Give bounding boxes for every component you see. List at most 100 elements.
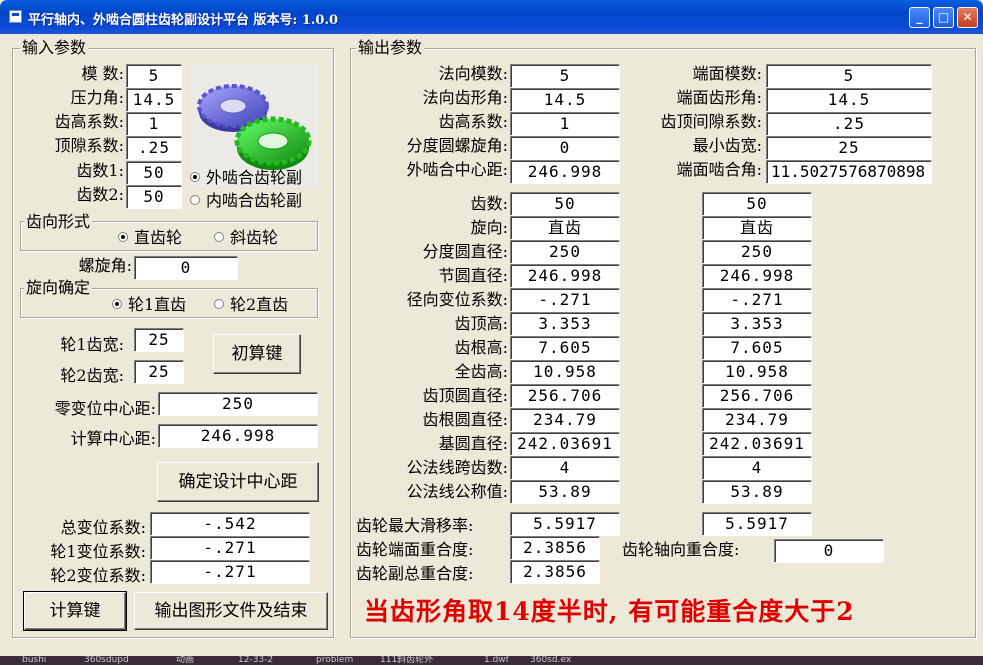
clearance-coef-label: 顶隙系数: (54, 136, 124, 155)
zero-shift-center-input[interactable]: 250 (158, 392, 318, 416)
calc-center-input[interactable]: 246.998 (158, 424, 318, 448)
app-icon[interactable] (9, 10, 22, 23)
taskbar-item[interactable]: 12-33-2 (238, 656, 273, 665)
total-shift-label: 总变位系数: (60, 518, 146, 537)
taskbar-item[interactable]: bushi (22, 656, 46, 665)
title-bar[interactable]: 平行轴内、外啮合圆柱齿轮副设计平台 版本号: 1.0.0 _ □ ✕ (0, 0, 983, 34)
trans-contact-value: 2.3856 (510, 536, 600, 560)
module-label: 模 数: (81, 64, 124, 83)
param-gear2-value: 234.79 (702, 408, 812, 432)
helix-angle-input[interactable]: 0 (134, 256, 238, 280)
trans-mesh-angle-value: 11.5027576870898 (766, 160, 932, 184)
param-row-label: 齿数: (470, 194, 508, 213)
normal-pressure-label: 法向齿形角: (422, 88, 508, 107)
internal-mesh-radio[interactable]: 内啮合齿轮副 (190, 191, 302, 211)
trans-module-label: 端面模数: (692, 64, 762, 83)
normal-pressure-value: 14.5 (510, 88, 620, 112)
pressure-angle-label: 压力角: (70, 88, 124, 107)
param-row-label: 公法线跨齿数: (406, 458, 508, 477)
param-gear2-value: 242.03691 (702, 432, 812, 456)
taskbar: bushi 360sdupd 动画 12-33-2 problem 111斜齿轮外 1.dw… (0, 656, 983, 665)
maximize-button[interactable]: □ (933, 7, 954, 28)
clearance-coef-input[interactable]: .25 (126, 136, 182, 160)
taskbar-item[interactable]: 360sd.ex (530, 656, 571, 665)
radio-selected-icon (112, 298, 122, 309)
shift1-input[interactable]: -.271 (150, 536, 310, 560)
param-row-label: 基圆直径: (438, 434, 508, 453)
close-button[interactable]: ✕ (957, 7, 978, 28)
param-gear1-value: 256.706 (510, 384, 620, 408)
calc-button[interactable]: 计算键 (23, 591, 127, 631)
face-width1-label: 轮1齿宽: (60, 335, 124, 354)
param-gear1-value: 3.353 (510, 312, 620, 336)
helical-gear-radio[interactable]: 斜齿轮 (214, 228, 278, 248)
param-gear2-value: 3.353 (702, 312, 812, 336)
tooth-form-legend: 齿向形式 (24, 212, 93, 231)
face-width1-input[interactable]: 25 (134, 328, 184, 352)
param-row-label: 齿根圆直径: (422, 410, 508, 429)
spur-gear-radio[interactable]: 直齿轮 (118, 228, 182, 248)
pressure-angle-input[interactable]: 14.5 (126, 88, 182, 112)
addendum-coef-label: 齿高系数: (54, 112, 124, 131)
zero-shift-center-label: 零变位中心距: (54, 399, 156, 418)
taskbar-item[interactable]: problem (316, 656, 353, 665)
param-gear1-value: -.271 (510, 288, 620, 312)
param-gear1-value: 10.958 (510, 360, 620, 384)
direction-gear2-radio[interactable]: 轮2直齿 (214, 295, 288, 315)
normal-module-label: 法向模数: (438, 64, 508, 83)
teeth2-input[interactable]: 50 (126, 185, 182, 209)
param-gear2-value: 250 (702, 240, 812, 264)
taskbar-item[interactable]: 360sdupd (84, 656, 129, 665)
addendum-coef-input[interactable]: 1 (126, 112, 182, 136)
internal-mesh-label: 内啮合齿轮副 (206, 191, 303, 210)
max-slip-label: 齿轮最大滑移率: (356, 516, 474, 535)
param-row-label: 分度圆直径: (422, 242, 508, 261)
teeth2-label: 齿数2: (76, 185, 124, 204)
calc-center-label: 计算中心距: (70, 429, 156, 448)
taskbar-item[interactable]: 动画 (176, 656, 194, 665)
trans-pressure-value: 14.5 (766, 88, 932, 112)
helix-output-value: 0 (510, 136, 620, 160)
param-gear2-value: 4 (702, 456, 812, 480)
module-input[interactable]: 5 (126, 64, 182, 88)
minimize-button[interactable]: _ (909, 7, 930, 28)
initial-calc-button[interactable]: 初算键 (213, 334, 301, 374)
param-row-label: 径向变位系数: (406, 290, 508, 309)
trans-mesh-angle-label: 端面啮合角: (676, 160, 762, 179)
normal-module-value: 5 (510, 64, 620, 88)
param-row-label: 齿顶高: (454, 314, 508, 333)
spur-gear-label: 直齿轮 (134, 228, 183, 247)
param-gear1-value: 250 (510, 240, 620, 264)
min-width-label: 最小齿宽: (692, 136, 762, 155)
face-width2-input[interactable]: 25 (134, 360, 184, 384)
teeth1-input[interactable]: 50 (126, 161, 182, 185)
export-button[interactable]: 输出图形文件及结束 (134, 592, 328, 630)
param-gear2-value: 10.958 (702, 360, 812, 384)
param-gear2-value: 50 (702, 192, 812, 216)
param-gear2-value: 246.998 (702, 264, 812, 288)
external-mesh-radio[interactable]: 外啮合齿轮副 (190, 168, 302, 188)
taskbar-item[interactable]: 1.dwf (484, 656, 509, 665)
client-area: 输入参数 模 数: 5 压力角: 14.5 齿高系数: 1 顶隙系数: .25 … (4, 34, 979, 656)
max-slip-gear1-value: 5.5917 (510, 512, 620, 536)
total-shift-input[interactable]: -.542 (150, 512, 310, 536)
trans-module-value: 5 (766, 64, 932, 88)
shift1-label: 轮1变位系数: (50, 542, 146, 561)
direction-gear1-radio[interactable]: 轮1直齿 (112, 295, 186, 315)
param-row-label: 全齿高: (454, 362, 508, 381)
direction-gear2-label: 轮2直齿 (230, 295, 289, 314)
shift2-input[interactable]: -.271 (150, 560, 310, 584)
confirm-center-button[interactable]: 确定设计中心距 (157, 462, 319, 502)
param-gear1-value: 7.605 (510, 336, 620, 360)
param-gear1-value: 242.03691 (510, 432, 620, 456)
trans-pressure-label: 端面齿形角: (676, 88, 762, 107)
ext-center-value: 246.998 (510, 160, 620, 184)
radio-unselected-icon (190, 194, 200, 205)
taskbar-item[interactable]: 111斜齿轮外 (380, 656, 433, 665)
param-gear2-value: -.271 (702, 288, 812, 312)
param-gear2-value: 53.89 (702, 480, 812, 504)
helix-angle-label: 螺旋角: (78, 256, 132, 275)
output-panel-legend: 输出参数 (356, 38, 425, 57)
helix-output-label: 分度圆螺旋角: (406, 136, 508, 155)
param-row-label: 旋向: (470, 218, 508, 237)
